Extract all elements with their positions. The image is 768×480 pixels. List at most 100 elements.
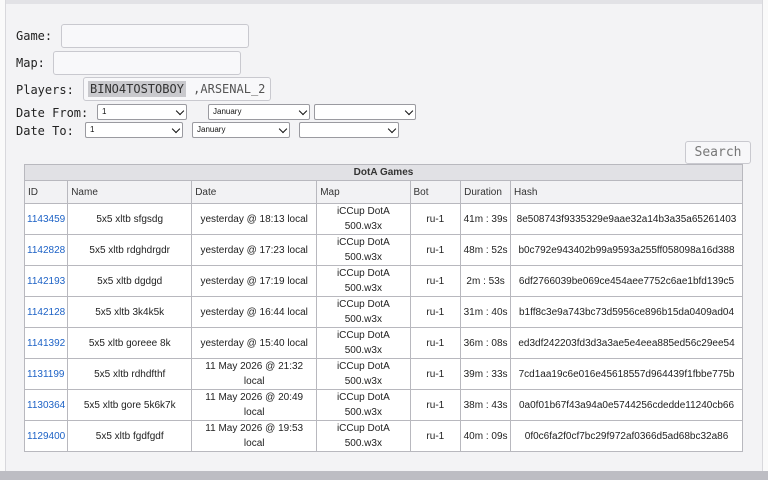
date-from-day-select[interactable]: 1 [97,104,187,120]
game-bot: ru-1 [409,265,462,297]
table-row: 1142128 5x5 xltb 3k4k5k yesterday @ 16:4… [23,296,743,328]
game-duration: 41m : 39s [460,203,512,235]
bottom-page-edge [0,471,768,480]
date-to-label: Date To: [16,124,74,138]
column-header-date: Date [191,180,318,204]
map-input[interactable] [53,51,241,75]
players-label: Players: [16,83,74,97]
game-id-link[interactable]: 1141392 [27,338,65,349]
game-id-link[interactable]: 1142193 [27,276,65,287]
game-bot: ru-1 [409,358,462,390]
table-row: 1143459 5x5 xltb sfgsdg yesterday @ 18:1… [23,203,743,235]
game-id-link[interactable]: 1131199 [27,369,64,380]
column-header-map: Map [316,180,411,204]
column-header-hash: Hash [510,180,743,204]
window-top-edge [0,0,768,4]
game-name: 5x5 xltb 3k4k5k [67,296,193,328]
game-name: 5x5 xltb fgdfgdf [67,420,193,452]
game-hash: 0f0c6fa2f0cf7bc29f972af0366d5ad68bc32a86 [510,420,743,452]
date-from-day-value: 1 [102,107,107,116]
chevron-down-icon [171,124,181,134]
game-hash: b0c792e943402b99a9593a255ff058098a16d388 [510,234,743,266]
game-id-link[interactable]: 1130364 [27,400,65,411]
game-map: iCCup DotA 500.w3x [316,420,411,452]
date-to-year-select[interactable] [299,122,399,138]
chevron-down-icon [387,124,397,134]
game-bot: ru-1 [409,420,462,452]
game-label: Game: [16,29,53,43]
column-header-bot: Bot [409,180,462,204]
game-date: yesterday @ 17:23 local [191,234,318,266]
table-row: 1130364 5x5 xltb gore 5k6k7k 11 May 2026… [23,389,743,421]
game-duration: 48m : 52s [460,234,512,266]
chevron-down-icon [404,106,414,116]
table-row: 1142828 5x5 xltb rdghdrgdr yesterday @ 1… [23,234,743,266]
game-bot: ru-1 [409,327,462,359]
game-date: yesterday @ 16:44 local [191,296,318,328]
game-map: iCCup DotA 500.w3x [316,203,411,235]
date-to-day-value: 1 [90,125,95,134]
game-hash: 0a0f01b67f43a94a0e5744256cdedde11240cb66 [510,389,743,421]
game-duration: 40m : 09s [460,420,512,452]
game-hash: ed3df242203fd3d3a3ae5e4eea885ed56c29ee54 [510,327,743,359]
column-header-duration: Duration [460,180,512,204]
date-from-year-select[interactable] [314,104,416,120]
game-bot: ru-1 [409,389,462,421]
game-hash: 8e508743f9335329e9aae32a14b3a35a65261403 [510,203,743,235]
table-row: 1141392 5x5 xltb goreee 8k yesterday @ 1… [23,327,743,359]
right-page-edge [762,0,768,472]
game-date: 11 May 2026 @ 21:32 local [191,358,318,390]
game-bot: ru-1 [409,296,462,328]
game-bot: ru-1 [409,203,462,235]
game-date: 11 May 2026 @ 20:49 local [191,389,318,421]
date-to-month-value: January [197,125,226,134]
game-date: yesterday @ 17:19 local [191,265,318,297]
game-map: iCCup DotA 500.w3x [316,234,411,266]
game-duration: 31m : 40s [460,296,512,328]
game-map: iCCup DotA 500.w3x [316,327,411,359]
game-name: 5x5 xltb goreee 8k [67,327,193,359]
date-from-label: Date From: [16,106,89,120]
players-input[interactable]: BINO4TOSTOBOY ,ARSENAL_2 [83,77,271,101]
game-input[interactable] [61,24,249,48]
game-id-link[interactable]: 1142828 [27,245,65,256]
date-to-month-select[interactable]: January [192,122,290,138]
game-hash: 6df2766039be069ce454aee7752c6ae1bfd139c5 [510,265,743,297]
chevron-down-icon [278,124,288,134]
date-from-month-value: January [213,107,242,116]
map-label: Map: [16,56,45,70]
date-to-day-select[interactable]: 1 [85,122,183,138]
chevron-down-icon [298,106,308,116]
left-page-edge [0,0,6,472]
table-row: 1129400 5x5 xltb fgdfgdf 11 May 2026 @ 1… [23,420,743,452]
game-bot: ru-1 [409,234,462,266]
chevron-down-icon [175,106,185,116]
search-button[interactable]: Search [685,141,751,164]
game-hash: 7cd1aa19c6e016e45618557d964439f1fbbe775b [510,358,743,390]
game-map: iCCup DotA 500.w3x [316,265,411,297]
date-from-month-select[interactable]: January [208,104,310,120]
selected-player-text: BINO4TOSTOBOY [88,81,186,97]
game-name: 5x5 xltb gore 5k6k7k [67,389,193,421]
dota-games-table: DotA Games ID Name Date Map Bot Duration… [23,164,743,452]
column-header-id: ID [23,180,69,204]
game-id-link[interactable]: 1143459 [27,214,65,225]
game-id-link[interactable]: 1142128 [27,307,65,318]
game-id-link[interactable]: 1129400 [27,431,65,442]
game-name: 5x5 xltb sfgsdg [67,203,193,235]
game-date: yesterday @ 15:40 local [191,327,318,359]
game-map: iCCup DotA 500.w3x [316,296,411,328]
game-duration: 39m : 33s [460,358,512,390]
game-date: yesterday @ 18:13 local [191,203,318,235]
table-row: 1142193 5x5 xltb dgdgd yesterday @ 17:19… [23,265,743,297]
game-name: 5x5 xltb dgdgd [67,265,193,297]
game-hash: b1ff8c3e9a743bc73d5956ce896b15da0409ad04 [510,296,743,328]
game-map: iCCup DotA 500.w3x [316,358,411,390]
game-map: iCCup DotA 500.w3x [316,389,411,421]
column-header-name: Name [67,180,193,204]
players-input-rest: ,ARSENAL_2 [185,82,266,96]
game-date: 11 May 2026 @ 19:53 local [191,420,318,452]
table-row: 1131199 5x5 xltb rdhdfthf 11 May 2026 @ … [23,358,743,390]
game-duration: 38m : 43s [460,389,512,421]
game-name: 5x5 xltb rdghdrgdr [67,234,193,266]
